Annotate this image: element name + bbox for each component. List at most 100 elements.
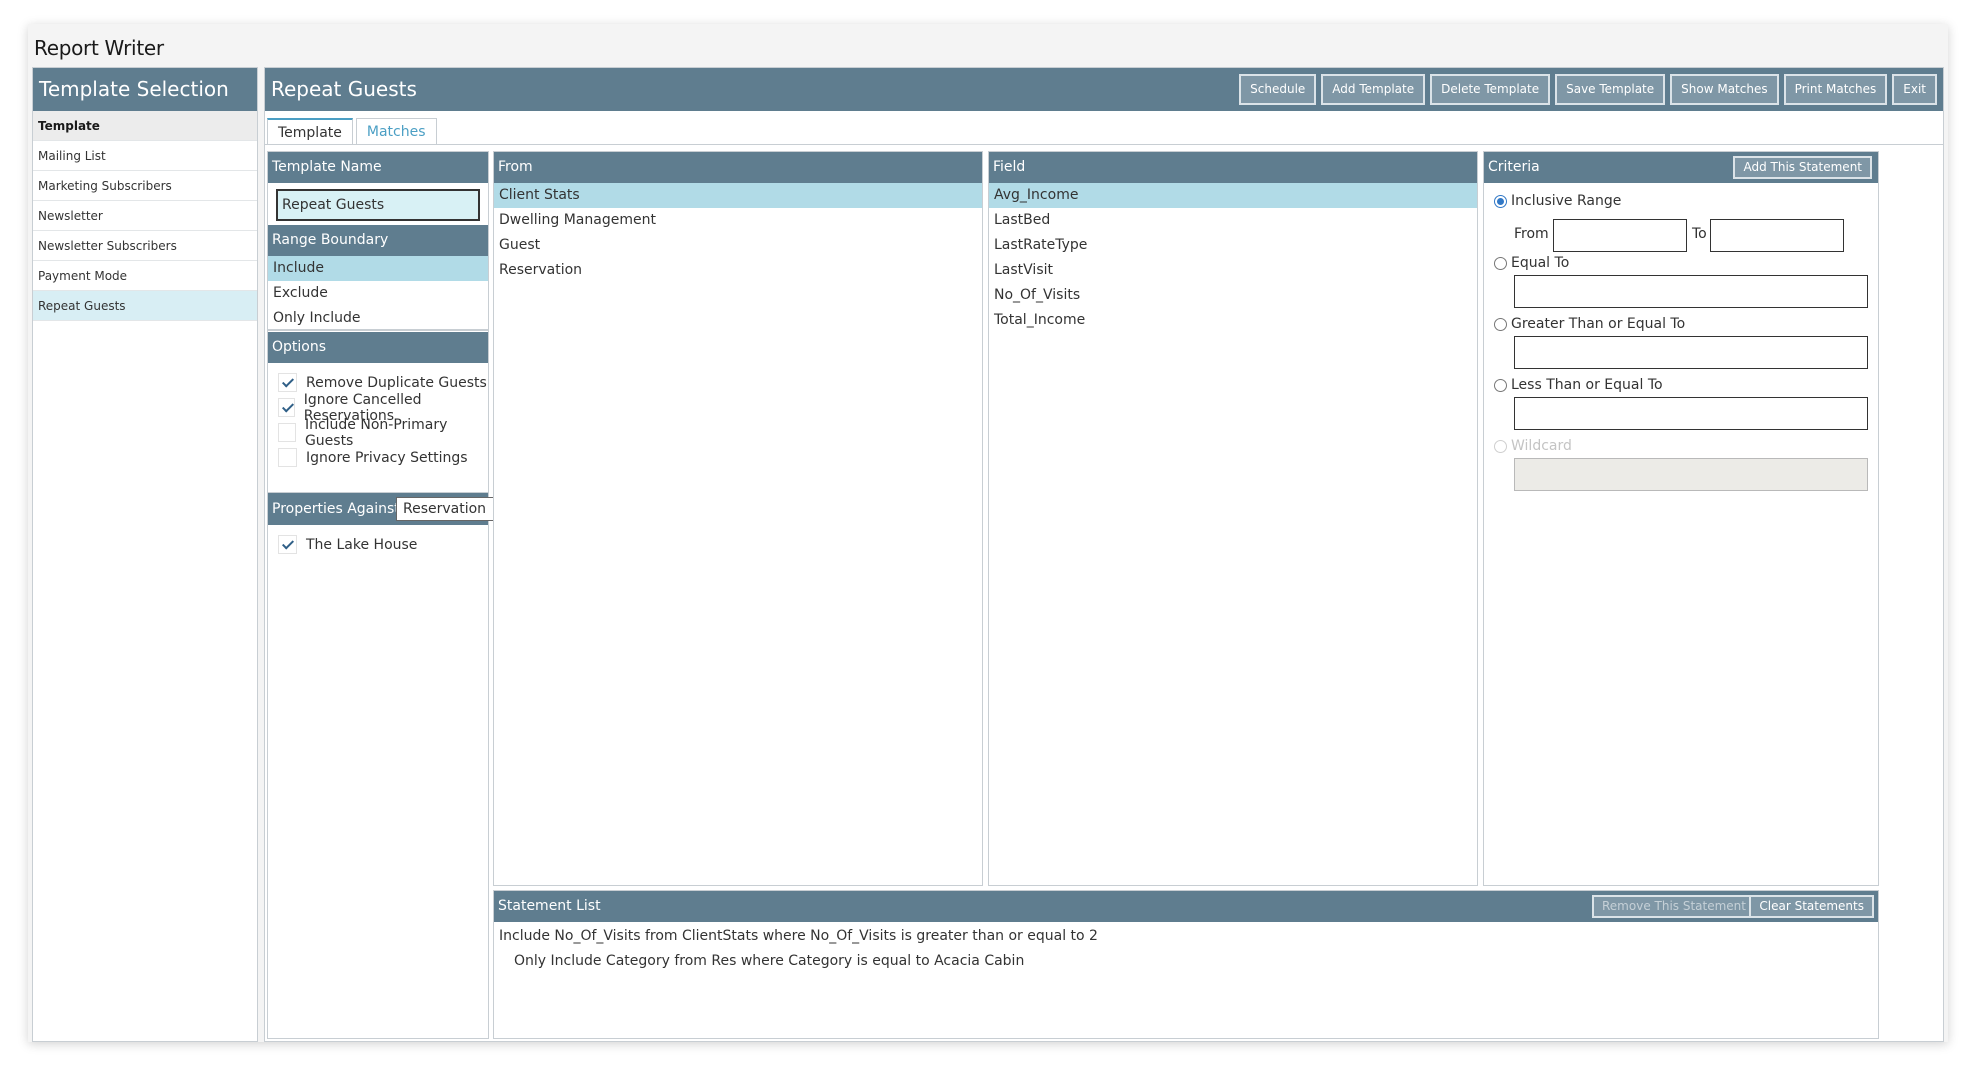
gte-radio[interactable]: Greater Than or Equal To	[1494, 314, 1685, 334]
tab-bar: Template Matches	[267, 118, 437, 145]
range-boundary-exclude[interactable]: Exclude	[268, 281, 488, 306]
lte-radio[interactable]: Less Than or Equal To	[1494, 375, 1663, 395]
lte-label: Less Than or Equal To	[1511, 377, 1663, 393]
inclusive-range-label: Inclusive Range	[1511, 193, 1622, 209]
from-item-client-stats[interactable]: Client Stats	[494, 183, 982, 208]
delete-template-button[interactable]: Delete Template	[1430, 74, 1551, 105]
options-list: Remove Duplicate Guests Ignore Cancelled…	[268, 363, 488, 493]
field-panel: Field Avg_Income LastBed LastRateType La…	[988, 151, 1478, 886]
property-label: The Lake House	[306, 536, 418, 553]
equal-to-radio[interactable]: Equal To	[1494, 253, 1569, 273]
range-to-label: To	[1692, 226, 1707, 242]
gte-input[interactable]	[1514, 336, 1868, 369]
criteria-body: Inclusive Range From To Equal To Greater…	[1484, 183, 1878, 883]
remove-this-statement-button[interactable]: Remove This Statement	[1592, 895, 1756, 918]
option-ignore-privacy-settings[interactable]: Ignore Privacy Settings	[268, 445, 488, 470]
from-header: From	[494, 152, 982, 183]
inclusive-range-radio[interactable]: Inclusive Range	[1494, 191, 1621, 211]
range-from-input[interactable]	[1553, 219, 1687, 252]
statement-list-panel: Statement List Remove This Statement Cle…	[493, 890, 1879, 1039]
checkbox-unchecked-icon[interactable]	[278, 448, 297, 467]
gte-label: Greater Than or Equal To	[1511, 316, 1686, 332]
option-include-non-primary-guests[interactable]: Include Non-Primary Guests	[268, 417, 488, 449]
from-item-guest[interactable]: Guest	[494, 233, 982, 258]
range-boundary-include[interactable]: Include	[268, 256, 488, 281]
criteria-header: Criteria Add This Statement	[1484, 152, 1878, 183]
from-panel: From Client Stats Dwelling Management Gu…	[493, 151, 983, 886]
option-label: Include Non-Primary Guests	[304, 416, 448, 449]
range-to-input[interactable]	[1710, 219, 1844, 252]
radio-disabled-icon	[1494, 439, 1507, 453]
criteria-panel: Criteria Add This Statement Inclusive Ra…	[1483, 151, 1879, 886]
main-panel: Repeat Guests Schedule Add Template Dele…	[264, 67, 1944, 1042]
checkbox-checked-icon[interactable]	[278, 373, 297, 392]
options-header: Options	[268, 332, 488, 363]
add-this-statement-button[interactable]: Add This Statement	[1733, 156, 1872, 179]
toolbar: Schedule Add Template Delete Template Sa…	[1239, 74, 1937, 105]
option-label: Remove Duplicate Guests	[306, 374, 487, 391]
checkbox-unchecked-icon[interactable]	[278, 423, 296, 442]
range-boundary-only-include[interactable]: Only Include	[268, 306, 488, 331]
sidebar-item-mailing-list[interactable]: Mailing List	[33, 141, 257, 171]
radio-unselected-icon[interactable]	[1494, 317, 1507, 331]
tab-template[interactable]: Template	[267, 118, 353, 145]
field-item-lastratetype[interactable]: LastRateType	[989, 233, 1477, 258]
field-header: Field	[989, 152, 1477, 183]
show-matches-button[interactable]: Show Matches	[1670, 74, 1779, 105]
wildcard-label: Wildcard	[1511, 438, 1572, 454]
statement-list: Include No_Of_Visits from ClientStats wh…	[494, 922, 1878, 974]
template-selection-header: Template Selection	[33, 68, 257, 111]
properties-against-label: Properties Against	[272, 501, 400, 517]
properties-against-header: Properties Against Reservation	[268, 493, 526, 525]
properties-against-selected: Reservation	[403, 501, 487, 517]
range-from-label: From	[1514, 226, 1549, 242]
range-boundary-header: Range Boundary	[268, 225, 488, 256]
radio-unselected-icon[interactable]	[1494, 256, 1507, 270]
sidebar-item-template[interactable]: Template	[33, 111, 257, 141]
schedule-button[interactable]: Schedule	[1239, 74, 1317, 105]
template-name-input[interactable]	[276, 189, 480, 221]
page-title: Repeat Guests	[271, 77, 417, 101]
field-item-lastvisit[interactable]: LastVisit	[989, 258, 1477, 283]
criteria-title: Criteria	[1488, 159, 1540, 175]
tab-matches[interactable]: Matches	[355, 118, 437, 145]
lte-input[interactable]	[1514, 397, 1868, 430]
radio-unselected-icon[interactable]	[1494, 378, 1507, 392]
statement-item[interactable]: Include No_Of_Visits from ClientStats wh…	[499, 924, 1878, 949]
field-item-no-of-visits[interactable]: No_Of_Visits	[989, 283, 1477, 308]
print-matches-button[interactable]: Print Matches	[1783, 74, 1888, 105]
report-writer-window: Report Writer Template Selection Templat…	[28, 24, 1948, 1042]
app-title: Report Writer	[34, 36, 164, 60]
from-item-reservation[interactable]: Reservation	[494, 258, 982, 283]
exit-button[interactable]: Exit	[1892, 74, 1937, 105]
sidebar-item-repeat-guests[interactable]: Repeat Guests	[33, 291, 257, 321]
template-settings-column: Template Name Range Boundary Include Exc…	[267, 151, 526, 1039]
wildcard-input	[1514, 458, 1868, 491]
main-header: Repeat Guests Schedule Add Template Dele…	[265, 68, 1943, 111]
checkbox-checked-icon[interactable]	[278, 535, 297, 554]
template-selection-panel: Template Selection Template Mailing List…	[32, 67, 258, 1042]
option-label: Ignore Privacy Settings	[306, 449, 468, 466]
field-item-avg-income[interactable]: Avg_Income	[989, 183, 1477, 208]
save-template-button[interactable]: Save Template	[1555, 74, 1666, 105]
statement-list-title: Statement List	[498, 898, 601, 914]
sidebar-item-marketing-subscribers[interactable]: Marketing Subscribers	[33, 171, 257, 201]
property-the-lake-house[interactable]: The Lake House	[268, 532, 488, 557]
checkbox-checked-icon[interactable]	[278, 398, 295, 417]
sidebar-item-newsletter[interactable]: Newsletter	[33, 201, 257, 231]
sidebar-item-newsletter-subscribers[interactable]: Newsletter Subscribers	[33, 231, 257, 261]
field-item-lastbed[interactable]: LastBed	[989, 208, 1477, 233]
clear-statements-button[interactable]: Clear Statements	[1749, 895, 1874, 918]
sidebar-item-payment-mode[interactable]: Payment Mode	[33, 261, 257, 291]
range-boundary-list: Include Exclude Only Include	[268, 256, 488, 331]
add-template-button[interactable]: Add Template	[1321, 74, 1426, 105]
template-name-row	[268, 183, 488, 221]
from-item-dwelling-management[interactable]: Dwelling Management	[494, 208, 982, 233]
field-item-total-income[interactable]: Total_Income	[989, 308, 1477, 333]
radio-selected-icon[interactable]	[1494, 194, 1507, 208]
template-name-header: Template Name	[268, 152, 488, 183]
equal-to-label: Equal To	[1511, 255, 1570, 271]
statement-item[interactable]: Only Include Category from Res where Cat…	[499, 949, 1878, 974]
tab-divider	[265, 144, 1943, 145]
equal-to-input[interactable]	[1514, 275, 1868, 308]
